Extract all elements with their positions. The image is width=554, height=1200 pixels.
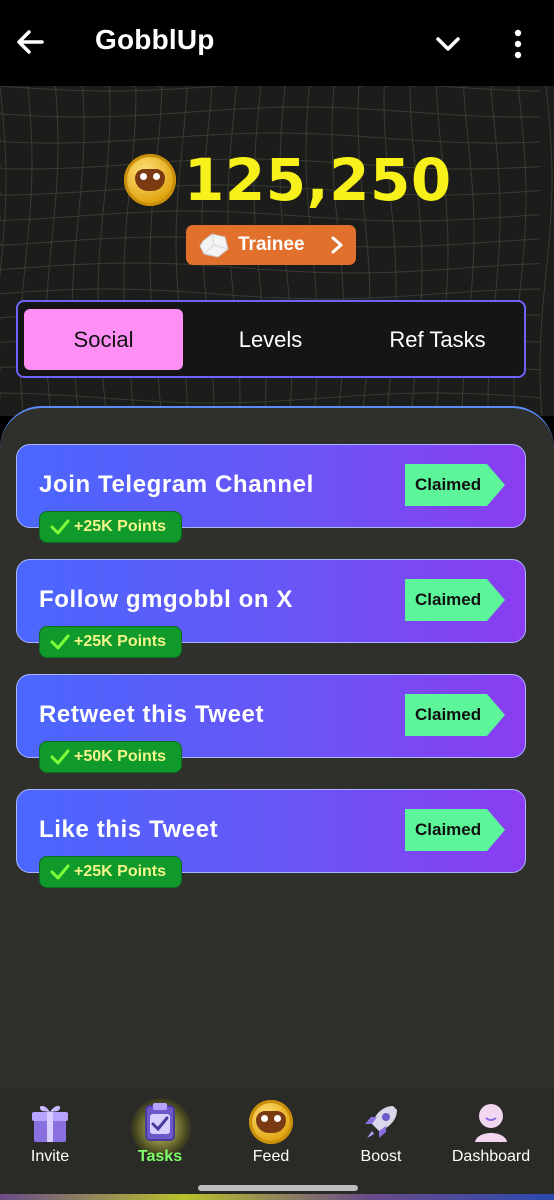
- points-label: +25K Points: [74, 633, 167, 650]
- balance-amount: 125,250: [184, 146, 452, 214]
- points-badge: +25K Points: [39, 511, 182, 543]
- rank-label: Trainee: [238, 234, 305, 255]
- avatar-icon: [475, 1104, 507, 1142]
- points-badge: +50K Points: [39, 741, 182, 773]
- footer-strip: [0, 1194, 554, 1200]
- claimed-label: Claimed: [415, 705, 482, 724]
- back-arrow-icon[interactable]: [12, 24, 48, 60]
- task-card[interactable]: Follow gmgobbl on X Claimed +25K Points: [16, 559, 526, 658]
- task-name: Retweet this Tweet: [39, 701, 265, 728]
- task-card[interactable]: Like this Tweet Claimed +25K Points: [16, 789, 526, 888]
- claimed-label: Claimed: [415, 590, 482, 609]
- claimed-button[interactable]: Claimed: [405, 579, 505, 621]
- tab-levels[interactable]: Levels: [191, 309, 350, 370]
- claimed-label: Claimed: [415, 820, 482, 839]
- nav-tasks[interactable]: Tasks: [105, 1088, 215, 1178]
- task-card[interactable]: Retweet this Tweet Claimed +50K Points: [16, 674, 526, 773]
- tab-ref-tasks[interactable]: Ref Tasks: [358, 309, 517, 370]
- chevron-down-icon[interactable]: [432, 28, 464, 60]
- chevron-right-icon: [331, 236, 343, 254]
- points-badge: +25K Points: [39, 626, 182, 658]
- nav-feed[interactable]: Feed: [216, 1088, 326, 1178]
- claimed-button[interactable]: Claimed: [405, 464, 505, 506]
- check-icon: [50, 519, 70, 535]
- nav-label: Tasks: [137, 1148, 183, 1165]
- claimed-button[interactable]: Claimed: [405, 694, 505, 736]
- task-name: Like this Tweet: [39, 816, 219, 843]
- nav-dashboard[interactable]: Dashboard: [436, 1088, 546, 1178]
- balance-display: 125,250: [124, 146, 452, 214]
- check-icon: [50, 634, 70, 650]
- rank-badge[interactable]: Trainee: [186, 225, 356, 265]
- task-name: Follow gmgobbl on X: [39, 586, 294, 613]
- claimed-button[interactable]: Claimed: [405, 809, 505, 851]
- coin-icon: [124, 154, 176, 206]
- clipboard-check-icon: [145, 1103, 175, 1141]
- points-badge: +25K Points: [39, 856, 182, 888]
- nav-label: Dashboard: [451, 1148, 531, 1165]
- tab-bar: Social Levels Ref Tasks: [16, 300, 526, 378]
- home-indicator[interactable]: [198, 1185, 358, 1191]
- rank-stone-icon: [199, 233, 229, 258]
- nav-label: Boost: [360, 1148, 402, 1165]
- nav-label: Feed: [252, 1148, 290, 1165]
- task-card[interactable]: Join Telegram Channel Claimed +25K Point…: [16, 444, 526, 543]
- check-icon: [50, 749, 70, 765]
- tab-social[interactable]: Social: [24, 309, 183, 370]
- nav-boost[interactable]: Boost: [326, 1088, 436, 1178]
- points-label: +50K Points: [74, 748, 167, 765]
- app-bar: GobblUp: [0, 0, 554, 86]
- gift-icon: [32, 1105, 68, 1142]
- nav-label: Invite: [30, 1148, 70, 1165]
- task-name: Join Telegram Channel: [39, 471, 314, 498]
- check-icon: [50, 864, 70, 880]
- claimed-label: Claimed: [415, 475, 482, 494]
- app-title: GobblUp: [95, 24, 215, 55]
- points-label: +25K Points: [74, 518, 167, 535]
- more-vert-icon[interactable]: [504, 26, 532, 62]
- points-label: +25K Points: [74, 863, 167, 880]
- coin-icon: [249, 1100, 293, 1144]
- nav-invite[interactable]: Invite: [0, 1088, 105, 1178]
- rocket-icon: [365, 1106, 397, 1138]
